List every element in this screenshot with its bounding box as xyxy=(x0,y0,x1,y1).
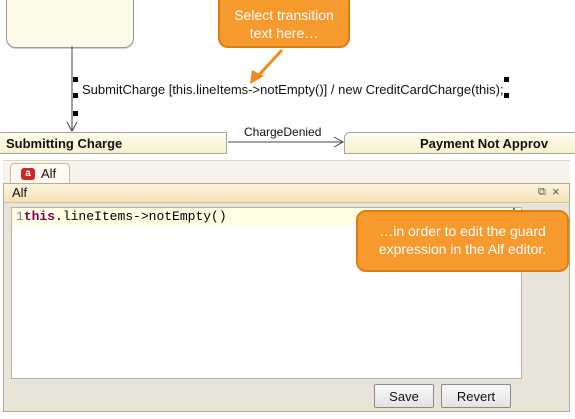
callout-text: …in order to edit the guard xyxy=(379,223,546,239)
editor-tab-strip xyxy=(3,160,570,185)
close-icon[interactable]: × xyxy=(552,184,560,199)
tab-alf[interactable]: a Alf xyxy=(10,163,70,183)
alf-logo-icon: a xyxy=(21,168,35,180)
line-number: 1 xyxy=(16,209,24,224)
code-text: .lineItems->notEmpty() xyxy=(55,209,227,224)
callout-text: text here… xyxy=(249,25,319,41)
restore-icon[interactable]: ⧉ xyxy=(538,186,546,199)
callout-select-transition: Select transition text here… xyxy=(218,0,350,48)
panel-title: Alf xyxy=(12,185,28,200)
callout-edit-guard: …in order to edit the guard expression i… xyxy=(356,210,569,272)
callout-text: expression in the Alf editor. xyxy=(378,241,547,257)
callout-arrow-top xyxy=(256,48,284,78)
save-button[interactable]: Save xyxy=(374,384,434,408)
alf-panel-header: Alf ⧉ × xyxy=(4,184,569,203)
tab-alf-label: Alf xyxy=(41,166,57,181)
code-keyword: this xyxy=(23,209,56,224)
revert-button[interactable]: Revert xyxy=(441,384,511,408)
callout-text: Select transition xyxy=(234,7,334,23)
